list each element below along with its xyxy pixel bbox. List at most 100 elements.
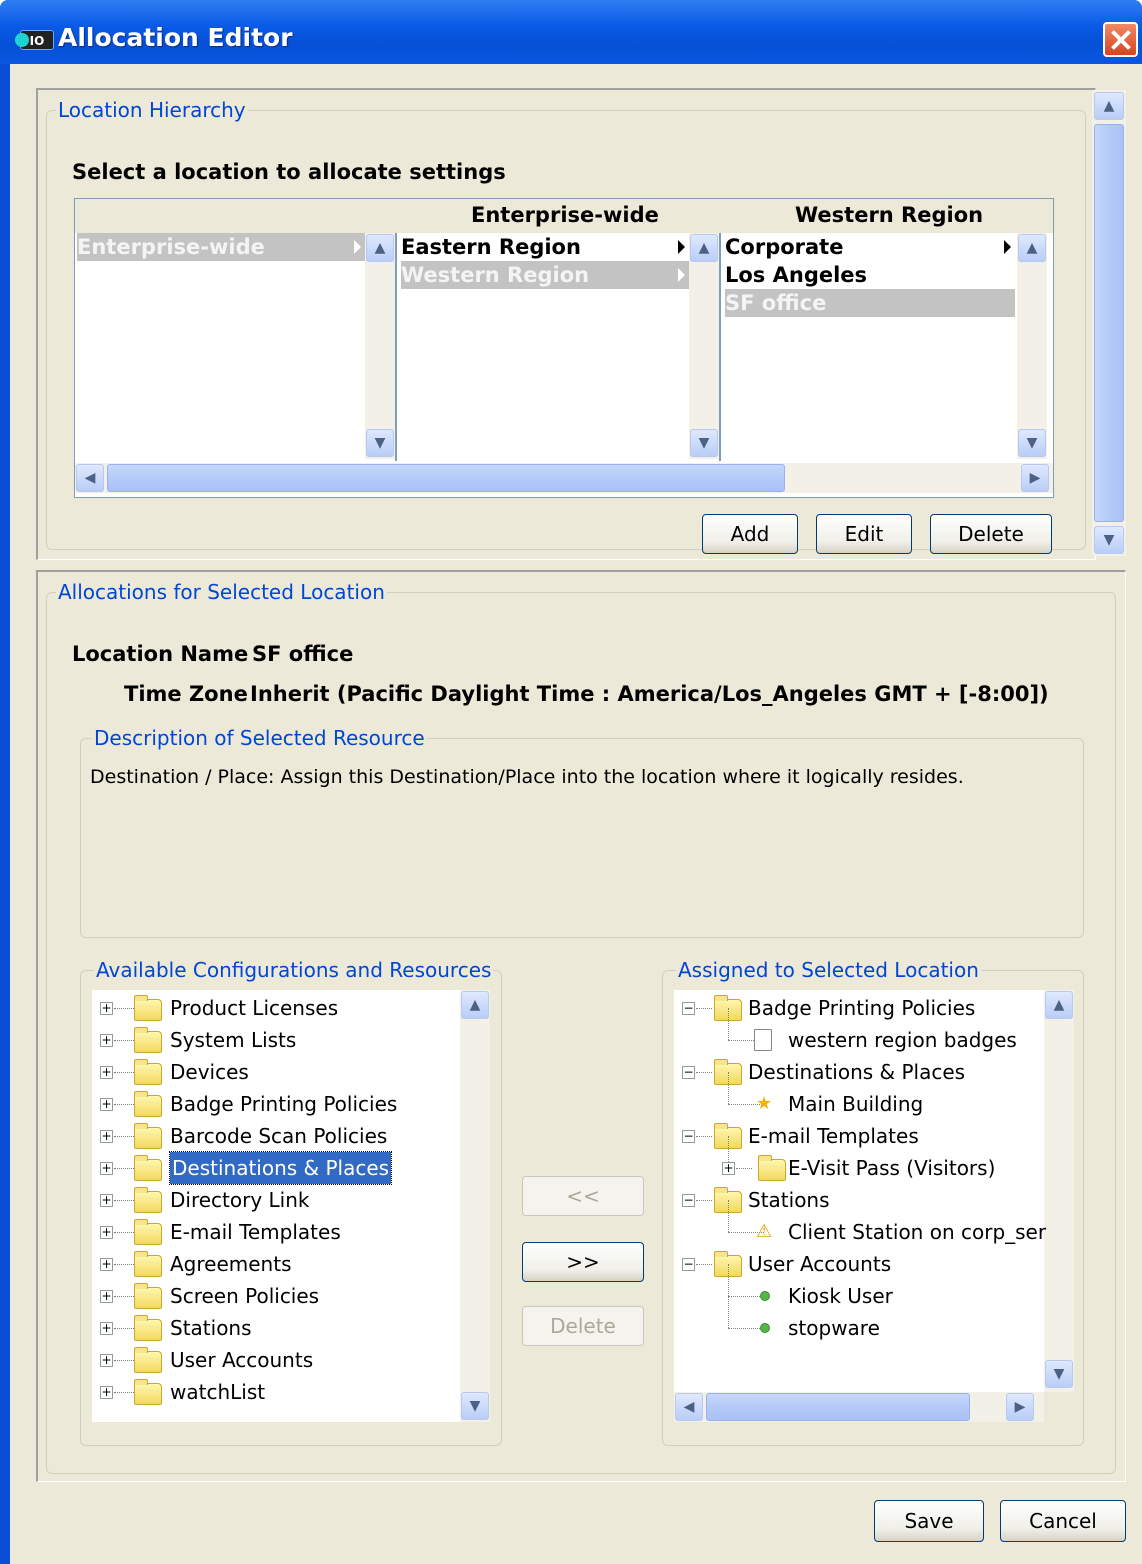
tree-node[interactable]: Kiosk User (674, 1264, 1044, 1312)
expand-icon[interactable]: + (100, 1354, 113, 1367)
tree-node[interactable]: ⚠ Client Station on corp_ser (674, 1200, 1046, 1248)
assigned-tree-vertical-scrollbar[interactable]: ▲ ▼ (1044, 990, 1074, 1392)
expand-icon[interactable]: + (722, 1162, 735, 1175)
delete-assignment-button[interactable]: Delete (522, 1306, 644, 1346)
add-location-button[interactable]: Add (702, 514, 798, 554)
expand-icon[interactable]: + (100, 1098, 113, 1111)
tree-node[interactable]: − User Accounts (674, 1248, 1044, 1280)
tree-node[interactable]: + Badge Printing Policies (92, 1088, 458, 1120)
scroll-thumb[interactable] (107, 464, 785, 492)
tree-node[interactable]: + E-Visit Pass (Visitors) (674, 1136, 1044, 1184)
scroll-right-icon[interactable]: ▶ (1006, 1393, 1034, 1421)
tree-node-label: E-mail Templates (170, 1220, 341, 1244)
available-tree[interactable]: ▲ ▼ + Product Licenses + System Lists + Devic… (92, 990, 490, 1422)
title-bar[interactable]: IO Allocation Editor (0, 0, 1142, 64)
tree-node[interactable]: + System Lists (92, 1024, 458, 1056)
tree-node[interactable]: + Agreements (92, 1248, 458, 1280)
scroll-up-icon[interactable]: ▲ (366, 234, 394, 262)
scroll-up-icon[interactable]: ▲ (1045, 991, 1073, 1019)
tree-node[interactable]: + Barcode Scan Policies (92, 1120, 458, 1152)
expand-icon[interactable]: + (100, 1258, 113, 1271)
time-zone-label: Time Zone (124, 682, 248, 706)
tree-node[interactable]: western region badges (674, 1008, 1044, 1056)
scroll-left-icon[interactable]: ◀ (76, 464, 104, 492)
tree-node[interactable]: − Destinations & Places (674, 1056, 1044, 1088)
expand-icon[interactable]: + (100, 1290, 113, 1303)
expand-icon[interactable]: + (100, 1034, 113, 1047)
location-item-corporate[interactable]: Corporate (725, 233, 1015, 261)
tree-node[interactable]: − Stations (674, 1184, 1044, 1216)
scroll-down-icon[interactable]: ▼ (461, 1392, 489, 1420)
scroll-down-icon[interactable]: ▼ (366, 429, 394, 457)
close-button[interactable] (1103, 22, 1138, 57)
tree-connector (728, 1008, 729, 1040)
tree-node[interactable]: + Devices (92, 1056, 458, 1088)
tree-node[interactable]: + Screen Policies (92, 1280, 458, 1312)
collapse-icon[interactable]: − (682, 1258, 695, 1271)
expand-icon[interactable]: + (100, 1162, 113, 1175)
tree-node[interactable]: + Directory Link (92, 1184, 458, 1216)
tree-connector (696, 1072, 712, 1073)
save-button[interactable]: Save (874, 1500, 984, 1542)
collapse-icon[interactable]: − (682, 1194, 695, 1207)
remove-assignment-button[interactable]: << (522, 1176, 644, 1216)
delete-location-button[interactable]: Delete (930, 514, 1052, 554)
tree-connector (114, 1072, 134, 1073)
column-3-scrollbar[interactable]: ▲ ▼ (1017, 233, 1047, 459)
folder-icon (134, 1123, 162, 1149)
scroll-down-icon[interactable]: ▼ (690, 429, 718, 457)
tree-node-label: Devices (170, 1060, 249, 1084)
tree-node[interactable]: + Stations (92, 1312, 458, 1344)
column-1-scrollbar[interactable]: ▲ ▼ (365, 233, 395, 459)
tree-node-label: Destinations & Places (748, 1060, 966, 1084)
expand-icon[interactable]: + (100, 1130, 113, 1143)
location-item-western-region[interactable]: Western Region (401, 261, 689, 289)
tree-node[interactable]: stopware (674, 1296, 1044, 1344)
scroll-up-icon[interactable]: ▲ (690, 234, 718, 262)
assigned-tree-horizontal-scrollbar[interactable]: ◀ ▶ (674, 1392, 1044, 1422)
scroll-left-icon[interactable]: ◀ (675, 1393, 703, 1421)
dialog-vertical-scrollbar[interactable]: ▲ ▼ (1092, 90, 1126, 556)
collapse-icon[interactable]: − (682, 1002, 695, 1015)
tree-node[interactable]: + Product Licenses (92, 992, 458, 1024)
folder-icon (134, 1059, 162, 1085)
column-2-scrollbar[interactable]: ▲ ▼ (689, 233, 719, 459)
edit-location-button[interactable]: Edit (816, 514, 912, 554)
scroll-up-icon[interactable]: ▲ (1018, 234, 1046, 262)
location-item-sf-office[interactable]: SF office (725, 289, 1015, 317)
tree-connector (114, 1136, 134, 1137)
scroll-right-icon[interactable]: ▶ (1021, 464, 1049, 492)
expand-icon[interactable]: + (100, 1066, 113, 1079)
scroll-down-icon[interactable]: ▼ (1094, 526, 1124, 554)
collapse-icon[interactable]: − (682, 1130, 695, 1143)
tree-node[interactable]: + User Accounts (92, 1344, 458, 1376)
expand-icon[interactable]: + (100, 1386, 113, 1399)
scroll-down-icon[interactable]: ▼ (1045, 1360, 1073, 1388)
scroll-thumb[interactable] (1094, 124, 1124, 522)
browser-horizontal-scrollbar[interactable]: ◀ ▶ (75, 463, 1053, 493)
tree-connector (696, 1008, 712, 1009)
scroll-up-icon[interactable]: ▲ (1094, 92, 1124, 120)
scroll-up-icon[interactable]: ▲ (461, 991, 489, 1019)
tree-node[interactable]: + Destinations & Places (92, 1151, 458, 1185)
expand-icon[interactable]: + (100, 1226, 113, 1239)
expand-icon[interactable]: + (100, 1322, 113, 1335)
tree-node[interactable]: + E-mail Templates (92, 1216, 458, 1248)
expand-icon[interactable]: + (100, 1194, 113, 1207)
assigned-tree[interactable]: ▲ ▼ ◀ ▶ − Badge Printing Policies western … (674, 990, 1074, 1422)
scroll-thumb[interactable] (706, 1393, 970, 1421)
location-item-los-angeles[interactable]: Los Angeles (725, 261, 1015, 289)
tree-node[interactable]: ★ Main Building (674, 1072, 1044, 1120)
assign-button[interactable]: >> (522, 1242, 644, 1282)
tree-node[interactable]: − Badge Printing Policies (674, 992, 1044, 1024)
expand-icon[interactable]: + (100, 1002, 113, 1015)
location-item-enterprise-wide[interactable]: Enterprise-wide (77, 233, 365, 261)
tree-node[interactable]: + watchList (92, 1376, 458, 1408)
tree-node[interactable]: − E-mail Templates (674, 1120, 1044, 1152)
scroll-down-icon[interactable]: ▼ (1018, 429, 1046, 457)
star-icon: ★ (756, 1093, 773, 1114)
available-tree-scrollbar[interactable]: ▲ ▼ (460, 990, 490, 1422)
collapse-icon[interactable]: − (682, 1066, 695, 1079)
location-item-eastern-region[interactable]: Eastern Region (401, 233, 689, 261)
cancel-button[interactable]: Cancel (1000, 1500, 1126, 1542)
